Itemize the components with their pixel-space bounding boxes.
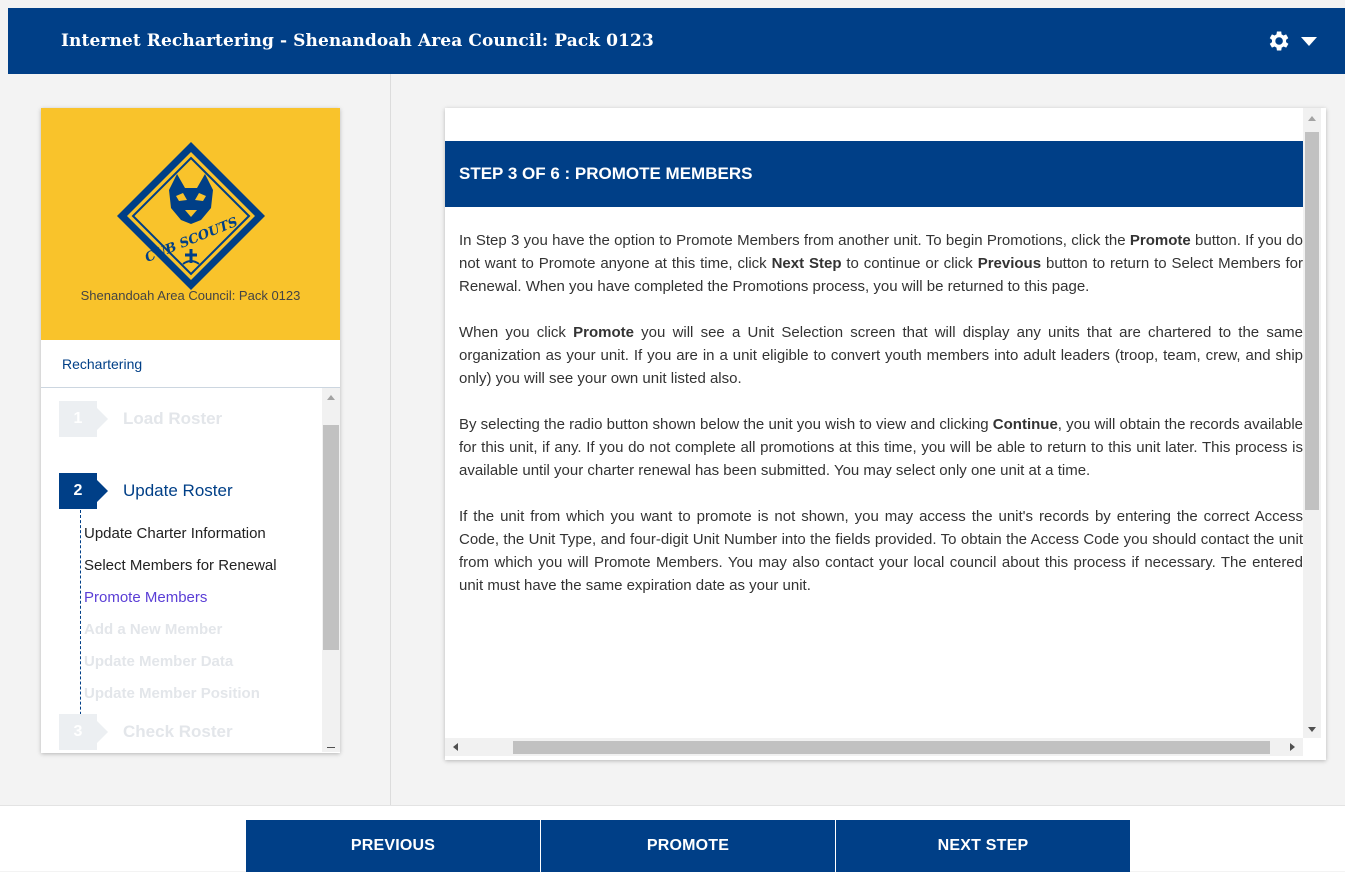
- instructions-body: In Step 3 you have the option to Promote…: [459, 229, 1303, 620]
- scroll-left-icon[interactable]: [453, 743, 458, 751]
- sidebar-card: CUB SCOUTS Shenandoah Area Council: Pack…: [41, 108, 340, 753]
- promote-button[interactable]: PROMOTE: [541, 820, 835, 872]
- content-horizontal-scrollbar[interactable]: [445, 738, 1303, 756]
- substep-update-member-data: Update Member Data: [84, 653, 234, 670]
- app-title: Internet Rechartering - Shenandoah Area …: [61, 31, 654, 51]
- top-strip: [0, 0, 1345, 8]
- scroll-down-icon[interactable]: [327, 747, 335, 748]
- sidebar-scrollbar[interactable]: [322, 388, 340, 752]
- step-3[interactable]: 3 Check Roster: [59, 714, 233, 750]
- scrollbar-thumb[interactable]: [1305, 132, 1319, 510]
- substep-update-member-position: Update Member Position: [84, 685, 260, 702]
- next-step-button[interactable]: NEXT STEP: [836, 820, 1130, 872]
- substep-add-a-new-member: Add a New Member: [84, 621, 223, 638]
- paragraph-2: When you click Promote you will see a Un…: [459, 324, 1304, 387]
- paragraph-4: If the unit from which you want to promo…: [459, 508, 1303, 594]
- step-label: Update Roster: [123, 481, 233, 500]
- section-label: Rechartering: [41, 340, 340, 388]
- unit-name: Shenandoah Area Council: Pack 0123: [80, 288, 301, 303]
- instructions-panel: STEP 3 OF 6 : PROMOTE MEMBERS In Step 3 …: [445, 108, 1326, 760]
- step-label: Check Roster: [123, 722, 233, 741]
- gear-icon[interactable]: [1265, 28, 1291, 54]
- step-banner: STEP 3 OF 6 : PROMOTE MEMBERS: [445, 141, 1303, 207]
- step-number-badge: 3: [59, 714, 108, 750]
- scrollbar-thumb[interactable]: [513, 741, 1270, 754]
- content-vertical-scrollbar[interactable]: [1303, 108, 1321, 738]
- caret-down-icon[interactable]: [1301, 37, 1317, 46]
- footer-bar: PREVIOUS PROMOTE NEXT STEP: [0, 805, 1345, 872]
- previous-button[interactable]: PREVIOUS: [246, 820, 540, 872]
- step-number-badge: 2: [59, 473, 108, 509]
- step-label: Load Roster: [123, 409, 223, 428]
- substep-promote-members[interactable]: Promote Members: [84, 589, 207, 606]
- scroll-up-icon[interactable]: [327, 395, 335, 400]
- step-1[interactable]: 1 Load Roster: [59, 401, 222, 437]
- substep-update-charter-information[interactable]: Update Charter Information: [84, 525, 266, 542]
- paragraph-3: By selecting the radio button shown belo…: [459, 416, 1303, 479]
- unit-header: CUB SCOUTS Shenandoah Area Council: Pack…: [41, 108, 340, 340]
- paragraph-1: In Step 3 you have the option to Promote…: [459, 232, 1303, 295]
- scrollbar-thumb[interactable]: [323, 425, 339, 650]
- step-number-badge: 1: [59, 401, 108, 437]
- scroll-up-icon[interactable]: [1308, 116, 1316, 121]
- scroll-right-icon[interactable]: [1290, 743, 1295, 751]
- step-2[interactable]: 2 Update Roster: [59, 473, 233, 509]
- scroll-down-icon[interactable]: [1308, 727, 1316, 732]
- cub-scouts-logo: CUB SCOUTS: [117, 142, 265, 290]
- app-header: Internet Rechartering - Shenandoah Area …: [8, 8, 1345, 74]
- substep-select-members-for-renewal[interactable]: Select Members for Renewal: [84, 557, 277, 574]
- step-list: 1 Load Roster 2 Update Roster Update Cha…: [41, 388, 340, 752]
